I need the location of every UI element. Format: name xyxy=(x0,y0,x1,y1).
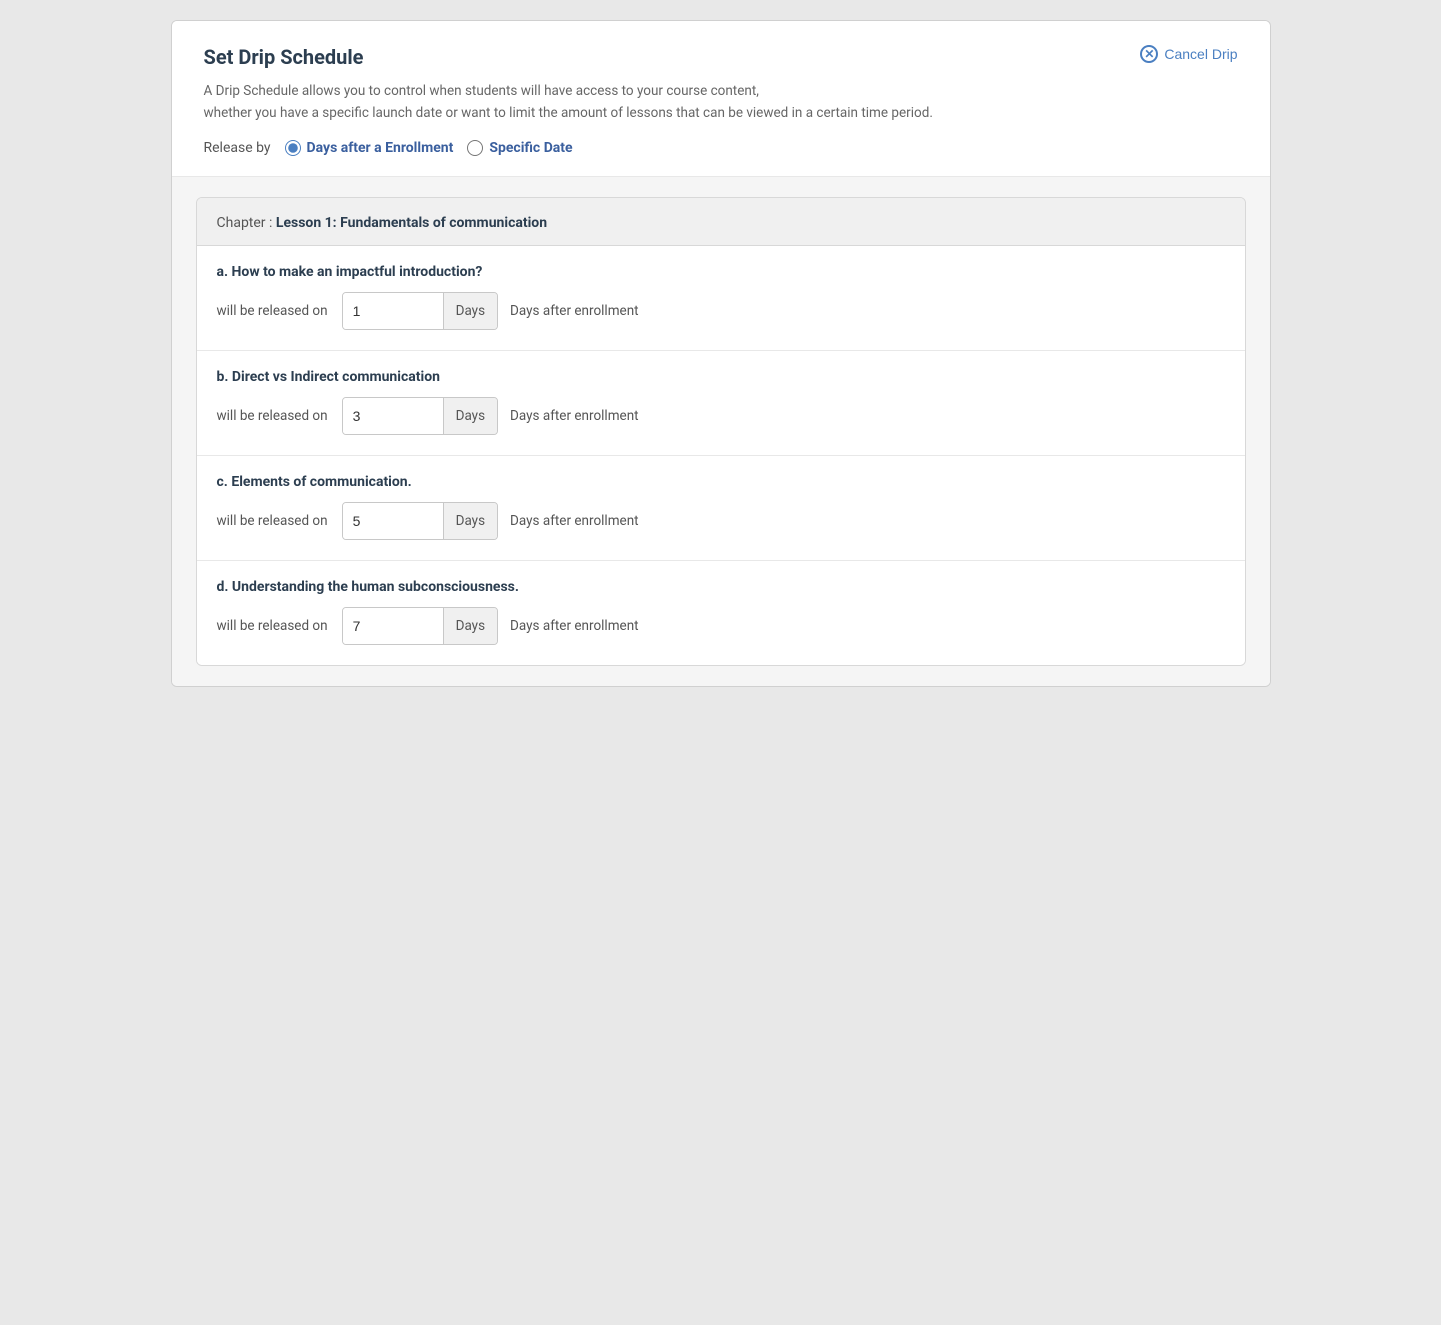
days-input-b[interactable] xyxy=(343,398,443,434)
radio-option-days-after-enrollment[interactable]: Days after a Enrollment xyxy=(285,140,454,156)
release-row-d: will be released on Days Days after enro… xyxy=(217,607,1225,645)
chapter-container: Chapter : Lesson 1: Fundamentals of comm… xyxy=(196,197,1246,666)
days-input-group-b: Days xyxy=(342,397,498,435)
release-row-a: will be released on Days Days after enro… xyxy=(217,292,1225,330)
release-on-label-c: will be released on xyxy=(217,513,328,529)
after-enrollment-text-c: Days after enrollment xyxy=(510,513,639,529)
radio-specific-date[interactable] xyxy=(467,140,483,156)
main-container: Set Drip Schedule ✕ Cancel Drip A Drip S… xyxy=(171,20,1271,687)
release-on-label-b: will be released on xyxy=(217,408,328,424)
lesson-title-b: b. Direct vs Indirect communication xyxy=(217,369,1225,385)
days-unit-c: Days xyxy=(443,503,497,539)
chapter-label: Chapter : Lesson 1: Fundamentals of comm… xyxy=(217,215,548,231)
days-input-c[interactable] xyxy=(343,503,443,539)
chapter-name: Lesson 1: Fundamentals of communication xyxy=(276,215,547,231)
lesson-item-d: d. Understanding the human subconsciousn… xyxy=(197,561,1245,665)
lesson-title-c: c. Elements of communication. xyxy=(217,474,1225,490)
chapter-header: Chapter : Lesson 1: Fundamentals of comm… xyxy=(197,198,1245,246)
cancel-drip-button[interactable]: ✕ Cancel Drip xyxy=(1140,45,1237,63)
after-enrollment-text-d: Days after enrollment xyxy=(510,618,639,634)
radio-days-label: Days after a Enrollment xyxy=(307,140,454,156)
lessons-list: a. How to make an impactful introduction… xyxy=(197,246,1245,665)
cancel-drip-icon: ✕ xyxy=(1140,45,1158,63)
days-input-a[interactable] xyxy=(343,293,443,329)
header-top: Set Drip Schedule ✕ Cancel Drip xyxy=(204,45,1238,69)
release-row-b: will be released on Days Days after enro… xyxy=(217,397,1225,435)
header-section: Set Drip Schedule ✕ Cancel Drip A Drip S… xyxy=(172,21,1270,177)
cancel-drip-label: Cancel Drip xyxy=(1164,46,1237,62)
lesson-title-d: d. Understanding the human subconsciousn… xyxy=(217,579,1225,595)
lesson-item-c: c. Elements of communication. will be re… xyxy=(197,456,1245,561)
days-input-group-c: Days xyxy=(342,502,498,540)
release-on-label-d: will be released on xyxy=(217,618,328,634)
description-text: A Drip Schedule allows you to control wh… xyxy=(204,81,1238,124)
days-unit-b: Days xyxy=(443,398,497,434)
lesson-item-b: b. Direct vs Indirect communication will… xyxy=(197,351,1245,456)
days-unit-d: Days xyxy=(443,608,497,644)
lesson-title-a: a. How to make an impactful introduction… xyxy=(217,264,1225,280)
release-by-row: Release by Days after a Enrollment Speci… xyxy=(204,140,1238,156)
days-input-group-a: Days xyxy=(342,292,498,330)
page-title: Set Drip Schedule xyxy=(204,45,364,69)
radio-option-specific-date[interactable]: Specific Date xyxy=(467,140,572,156)
after-enrollment-text-a: Days after enrollment xyxy=(510,303,639,319)
lesson-item-a: a. How to make an impactful introduction… xyxy=(197,246,1245,351)
days-unit-a: Days xyxy=(443,293,497,329)
after-enrollment-text-b: Days after enrollment xyxy=(510,408,639,424)
content-section: Chapter : Lesson 1: Fundamentals of comm… xyxy=(172,177,1270,686)
days-input-d[interactable] xyxy=(343,608,443,644)
release-on-label-a: will be released on xyxy=(217,303,328,319)
release-by-label: Release by xyxy=(204,140,271,156)
radio-days-after-enrollment[interactable] xyxy=(285,140,301,156)
days-input-group-d: Days xyxy=(342,607,498,645)
release-row-c: will be released on Days Days after enro… xyxy=(217,502,1225,540)
radio-specific-date-label: Specific Date xyxy=(489,140,572,156)
